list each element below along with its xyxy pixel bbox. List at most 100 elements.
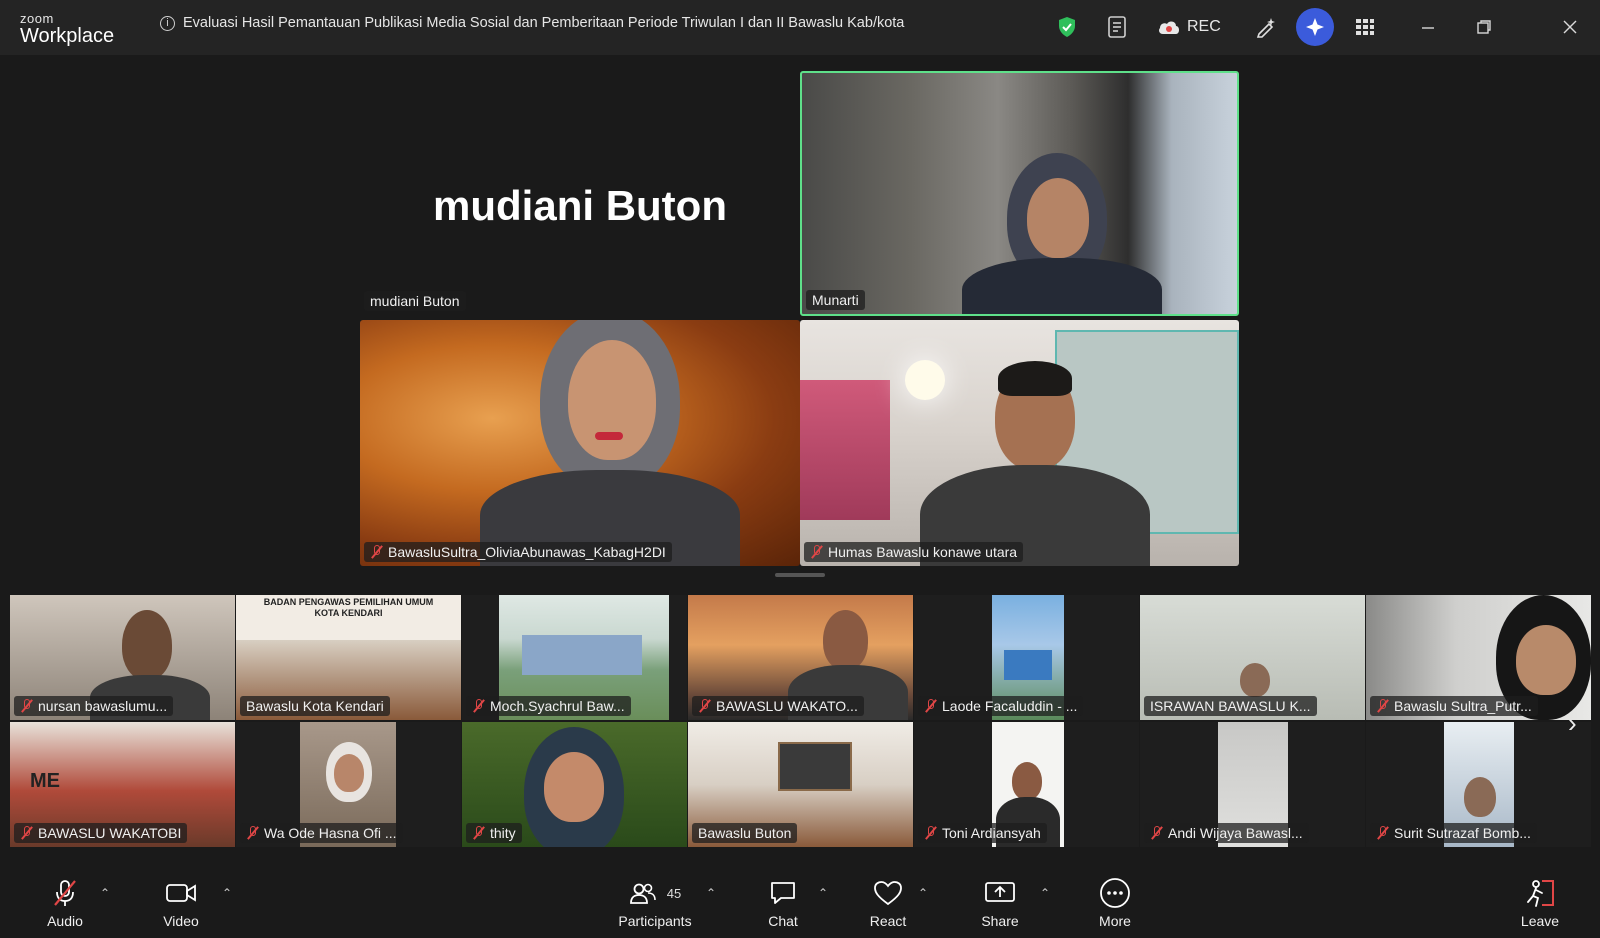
- sparkle-icon: [1306, 18, 1324, 36]
- chat-bubble-icon: [769, 876, 797, 910]
- more-ellipsis-icon: [1099, 876, 1131, 910]
- rec-label: REC: [1187, 18, 1221, 35]
- muted-mic-icon: [1376, 699, 1390, 713]
- participant-thumbnail[interactable]: ISRAWAN BAWASLU K...: [1140, 595, 1365, 720]
- muted-mic-icon: [246, 826, 260, 840]
- filmstrip-resize-handle[interactable]: [775, 573, 825, 577]
- apps-grid-icon[interactable]: [1355, 14, 1375, 40]
- audio-label: Audio: [47, 913, 83, 929]
- muted-mic-icon: [1150, 826, 1164, 840]
- participant-thumbnail[interactable]: Bawaslu Buton: [688, 722, 913, 847]
- leave-door-icon: [1524, 876, 1556, 910]
- participant-name-tag: Munarti: [806, 290, 865, 310]
- participant-name: thity: [490, 825, 516, 841]
- filmstrip: nursan bawaslumu... BADAN PENGAWAS PEMIL…: [10, 595, 1591, 848]
- muted-mic-icon: [472, 699, 486, 713]
- notes-icon[interactable]: [1107, 14, 1129, 40]
- whiteboard-pen-icon[interactable]: [1255, 14, 1277, 40]
- participant-thumbnail[interactable]: Andi Wijaya Bawasl...: [1140, 722, 1365, 847]
- share-label: Share: [981, 913, 1019, 929]
- participant-name-tag: Laode Facaluddin - ...: [918, 696, 1084, 716]
- participant-name: Wa Ode Hasna Ofi ...: [264, 825, 397, 841]
- video-options-chevron-up-icon[interactable]: ⌃: [222, 886, 232, 900]
- muted-mic-icon: [924, 826, 938, 840]
- muted-mic-icon: [20, 826, 34, 840]
- participant-name-tag: Bawaslu Sultra_Putr...: [1370, 696, 1538, 716]
- participant-name-tag: ISRAWAN BAWASLU K...: [1144, 696, 1317, 716]
- share-options-chevron-up-icon[interactable]: ⌃: [1040, 886, 1050, 900]
- share-screen-icon: [984, 876, 1016, 910]
- video-tile[interactable]: mudiani Buton mudiani Buton: [360, 72, 800, 317]
- react-options-chevron-up-icon[interactable]: ⌃: [918, 886, 928, 900]
- muted-mic-icon: [472, 826, 486, 840]
- participant-name-tag: Toni Ardiansyah: [918, 823, 1047, 843]
- participant-name: Humas Bawaslu konawe utara: [828, 544, 1018, 560]
- participant-thumbnail[interactable]: nursan bawaslumu...: [10, 595, 235, 720]
- participant-thumbnail[interactable]: thity: [462, 722, 687, 847]
- audio-options-chevron-up-icon[interactable]: ⌃: [100, 886, 110, 900]
- participant-name-tag: Bawaslu Kota Kendari: [240, 696, 390, 716]
- participants-options-chevron-up-icon[interactable]: ⌃: [706, 886, 716, 900]
- chat-label: Chat: [768, 913, 798, 929]
- video-button[interactable]: Video: [136, 876, 226, 929]
- zoom-logo: zoom Workplace: [20, 12, 114, 46]
- participant-name-tag: Humas Bawaslu konawe utara: [804, 542, 1024, 562]
- heart-icon: [873, 876, 903, 910]
- info-icon[interactable]: i: [160, 15, 175, 31]
- participant-name: nursan bawaslumu...: [38, 698, 168, 714]
- participant-name-tag: Bawaslu Buton: [692, 823, 798, 843]
- participant-name-tag: thity: [466, 823, 522, 843]
- more-label: More: [1099, 913, 1131, 929]
- meeting-title: Evaluasi Hasil Pemantauan Publikasi Medi…: [183, 15, 905, 31]
- participant-video: [480, 320, 740, 566]
- cloud-icon: [1159, 21, 1179, 34]
- audio-button[interactable]: Audio: [20, 876, 110, 929]
- participant-thumbnail[interactable]: Wa Ode Hasna Ofi ...: [236, 722, 461, 847]
- muted-microphone-icon: [50, 876, 80, 910]
- react-button[interactable]: React: [843, 876, 933, 929]
- participant-thumbnail[interactable]: ME BAWASLU WAKATOBI: [10, 722, 235, 847]
- participant-name: Bawaslu Kota Kendari: [246, 698, 384, 714]
- close-window-icon[interactable]: [1562, 14, 1578, 40]
- participant-thumbnail[interactable]: Laode Facaluddin - ...: [914, 595, 1139, 720]
- filmstrip-next-arrow-icon[interactable]: ›: [1568, 708, 1577, 739]
- cloud-record-button[interactable]: REC: [1157, 14, 1221, 40]
- participant-name: mudiani Buton: [370, 293, 460, 309]
- participant-name-tag: Moch.Syachrul Baw...: [466, 696, 631, 716]
- banner-text: BADAN PENGAWAS PEMILIHAN UMUM KOTA KENDA…: [263, 597, 434, 618]
- participant-name-tag: BAWASLU WAKATOBI: [14, 823, 188, 843]
- leave-meeting-button[interactable]: Leave: [1495, 876, 1585, 929]
- participant-name: ISRAWAN BAWASLU K...: [1150, 698, 1311, 714]
- participant-thumbnail[interactable]: BADAN PENGAWAS PEMILIHAN UMUM KOTA KENDA…: [236, 595, 461, 720]
- participant-thumbnail[interactable]: Bawaslu Sultra_Putr...: [1366, 595, 1591, 720]
- participant-thumbnail[interactable]: Moch.Syachrul Baw...: [462, 595, 687, 720]
- participant-name: BawasluSultra_OliviaAbunawas_KabagH2DI: [388, 544, 666, 560]
- chat-options-chevron-up-icon[interactable]: ⌃: [818, 886, 828, 900]
- participant-thumbnail[interactable]: Toni Ardiansyah: [914, 722, 1139, 847]
- ai-companion-button[interactable]: [1296, 8, 1334, 46]
- restore-window-icon[interactable]: [1476, 14, 1492, 40]
- muted-mic-icon: [924, 699, 938, 713]
- participants-icon: [629, 883, 656, 904]
- participant-thumbnail[interactable]: Surit Sutrazaf Bomb...: [1366, 722, 1591, 847]
- participant-video: [952, 153, 1172, 314]
- participant-thumbnail[interactable]: BAWASLU WAKATO...: [688, 595, 913, 720]
- security-shield-icon[interactable]: [1057, 14, 1077, 40]
- participant-name-tag: BAWASLU WAKATO...: [692, 696, 864, 716]
- video-tile[interactable]: BawasluSultra_OliviaAbunawas_KabagH2DI: [360, 320, 800, 566]
- meeting-info[interactable]: i Evaluasi Hasil Pemantauan Publikasi Me…: [160, 15, 904, 31]
- react-label: React: [869, 913, 907, 929]
- participants-button[interactable]: 45 Participants: [600, 876, 710, 929]
- chat-button[interactable]: Chat: [738, 876, 828, 929]
- minimize-icon[interactable]: [1420, 14, 1436, 40]
- participant-name-tag: nursan bawaslumu...: [14, 696, 174, 716]
- share-screen-button[interactable]: Share: [955, 876, 1045, 929]
- participant-name: Bawaslu Sultra_Putr...: [1394, 698, 1532, 714]
- video-label: Video: [163, 913, 199, 929]
- more-button[interactable]: More: [1070, 876, 1160, 929]
- muted-mic-icon: [20, 699, 34, 713]
- video-tile-active-speaker[interactable]: Munarti: [800, 71, 1239, 316]
- participant-name: BAWASLU WAKATOBI: [38, 825, 182, 841]
- participant-name-tag: Andi Wijaya Bawasl...: [1144, 823, 1309, 843]
- video-tile[interactable]: Humas Bawaslu konawe utara: [800, 320, 1239, 566]
